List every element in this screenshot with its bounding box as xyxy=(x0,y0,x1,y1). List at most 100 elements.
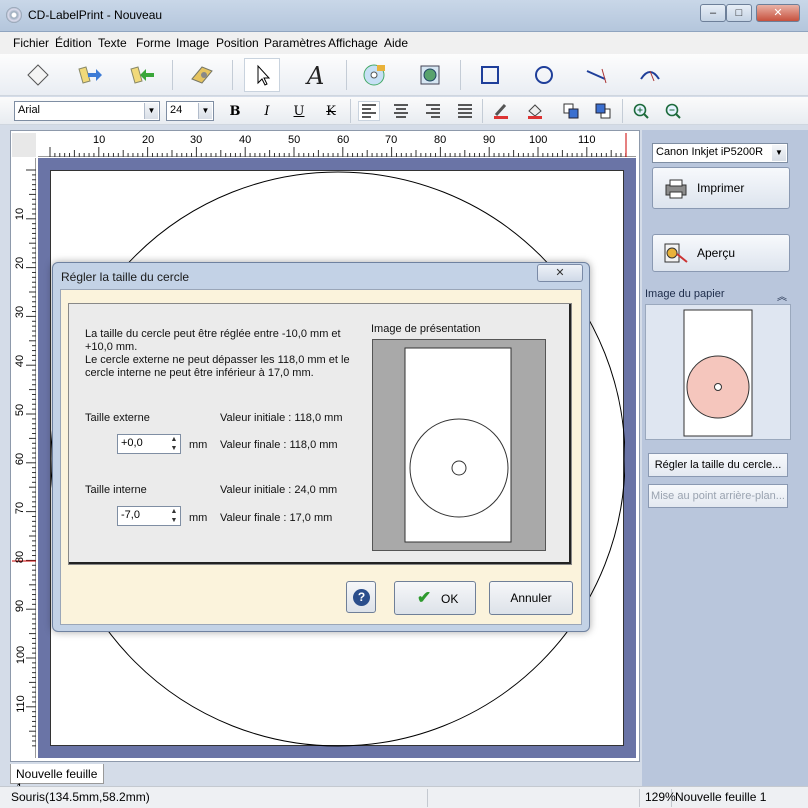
info-text-line4: cercle interne ne peut être inférieur à … xyxy=(85,367,314,379)
spin-arrows-icon[interactable]: ▲ ▼ xyxy=(168,435,180,453)
chevron-down-icon: ▼ xyxy=(198,103,212,119)
menu-edition[interactable]: Édition xyxy=(55,36,92,50)
ruler-label: 100 xyxy=(529,134,548,146)
ruler-label: 30 xyxy=(190,134,203,146)
dialog-content-panel: La taille du cercle peut être réglée ent… xyxy=(68,303,572,565)
ruler-corner xyxy=(12,133,36,157)
strikethrough-button[interactable]: K xyxy=(320,101,342,121)
chevron-down-icon: ▼ xyxy=(772,145,786,161)
menu-affichage[interactable]: Affichage xyxy=(328,36,378,50)
preview-button[interactable]: Aperçu xyxy=(652,234,790,272)
spin-arrows-icon[interactable]: ▲ ▼ xyxy=(168,507,180,525)
ruler-label: 80 xyxy=(14,550,27,564)
check-icon: ✔ xyxy=(417,588,432,607)
align-left-icon[interactable] xyxy=(358,101,380,121)
menu-image[interactable]: Image xyxy=(176,36,209,50)
bold-button[interactable]: B xyxy=(224,101,246,121)
outer-size-label: Taille externe xyxy=(85,412,150,424)
inner-size-value: -7,0 xyxy=(121,509,140,521)
ok-label: OK xyxy=(441,592,459,606)
font-family-select[interactable]: Arial ▼ xyxy=(14,101,160,121)
layout-icon[interactable] xyxy=(184,58,220,92)
menu-position[interactable]: Position xyxy=(216,36,259,50)
dialog-title: Régler la taille du cercle xyxy=(61,270,190,284)
zoom-in-icon[interactable] xyxy=(630,101,652,121)
help-button[interactable]: ? xyxy=(346,581,376,613)
ruler-label: 90 xyxy=(483,134,496,146)
chevron-down-icon: ▼ xyxy=(144,103,158,119)
horizontal-ruler: 10 20 30 40 50 60 70 80 90 100 110 xyxy=(38,133,636,157)
ellipse-tool-icon[interactable] xyxy=(526,58,562,92)
status-empty xyxy=(428,789,640,807)
fill-color-icon[interactable] xyxy=(524,101,546,121)
line-tool-icon[interactable] xyxy=(578,58,614,92)
menu-bar: Fichier Édition Texte Forme Image Positi… xyxy=(0,32,808,54)
select-pointer-icon[interactable] xyxy=(244,58,280,92)
cancel-button[interactable]: Annuler xyxy=(489,581,573,615)
inner-size-input[interactable]: -7,0 ▲ ▼ xyxy=(117,506,181,526)
main-toolbar: A xyxy=(0,54,808,96)
zoom-out-icon[interactable] xyxy=(662,101,684,121)
window-title: CD-LabelPrint - Nouveau xyxy=(28,8,163,22)
ruler-label: 100 xyxy=(15,645,28,665)
preview-label: Aperçu xyxy=(697,246,736,260)
printer-select[interactable]: Canon Inkjet iP5200R ▼ xyxy=(652,143,788,163)
paper-image-preview xyxy=(645,304,791,440)
ruler-label: 60 xyxy=(337,134,350,146)
pen-color-icon[interactable] xyxy=(490,101,512,121)
adjust-circle-button[interactable]: Régler la taille du cercle... xyxy=(648,453,788,477)
sheet-tab[interactable]: Nouvelle feuille 1 xyxy=(10,764,104,795)
close-window-button[interactable]: ✕ xyxy=(756,4,800,22)
ruler-label: 110 xyxy=(14,695,27,713)
justify-icon[interactable] xyxy=(454,101,476,121)
background-image-icon[interactable] xyxy=(412,58,448,92)
info-text-line2: +10,0 mm. xyxy=(85,341,138,353)
inner-unit: mm xyxy=(189,512,208,524)
minimize-button[interactable]: ‒ xyxy=(700,4,726,22)
status-bar: Souris(134.5mm,58.2mm) 129% Nouvelle feu… xyxy=(0,786,808,808)
paper-image-header: Image du papier ︽ xyxy=(645,288,791,304)
font-size-select[interactable]: 24 ▼ xyxy=(166,101,214,121)
ok-button[interactable]: ✔ OK xyxy=(394,581,476,615)
menu-forme[interactable]: Forme xyxy=(136,36,171,50)
font-family-value: Arial xyxy=(18,104,41,116)
image-disc-icon[interactable] xyxy=(356,58,392,92)
title-bar: CD-LabelPrint - Nouveau ‒ □ ✕ xyxy=(0,0,808,32)
underline-button[interactable]: U xyxy=(288,101,310,121)
rectangle-tool-icon[interactable] xyxy=(472,58,508,92)
outer-unit: mm xyxy=(189,439,208,451)
outer-size-input[interactable]: +0,0 ▲ ▼ xyxy=(117,434,181,454)
align-right-icon[interactable] xyxy=(422,101,444,121)
bring-forward-icon[interactable] xyxy=(560,101,582,121)
arc-tool-icon[interactable] xyxy=(632,58,668,92)
dialog-close-button[interactable]: ✕ xyxy=(537,264,583,282)
font-size-value: 24 xyxy=(170,104,183,116)
ruler-label: 60 xyxy=(14,452,27,466)
outer-initial-value: Valeur initiale : 118,0 mm xyxy=(220,412,343,424)
save-icon[interactable] xyxy=(124,58,160,92)
background-setup-button: Mise au point arrière-plan... xyxy=(648,484,788,508)
menu-texte[interactable]: Texte xyxy=(98,36,127,50)
print-button[interactable]: Imprimer xyxy=(652,167,790,209)
text-tool-icon[interactable]: A xyxy=(298,58,334,92)
preview-title: Image de présentation xyxy=(371,323,481,335)
maximize-button[interactable]: □ xyxy=(726,4,752,22)
inner-size-label: Taille interne xyxy=(85,484,147,496)
ruler-label: 70 xyxy=(14,501,27,515)
align-center-icon[interactable] xyxy=(390,101,412,121)
menu-aide[interactable]: Aide xyxy=(384,36,408,50)
menu-parametres[interactable]: Paramètres xyxy=(264,36,326,50)
print-label: Imprimer xyxy=(697,181,745,195)
ruler-label: 20 xyxy=(14,256,27,270)
paper-thumbnail xyxy=(683,309,753,437)
new-label-icon[interactable] xyxy=(20,58,56,92)
collapse-icon[interactable]: ︽ xyxy=(777,288,787,303)
printer-value: Canon Inkjet iP5200R xyxy=(656,146,764,158)
current-sheet: Nouvelle feuille 1 xyxy=(675,790,767,804)
inner-final-value: Valeur finale : 17,0 mm xyxy=(220,512,333,524)
open-icon[interactable] xyxy=(72,58,108,92)
send-backward-icon[interactable] xyxy=(592,101,614,121)
italic-button[interactable]: I xyxy=(256,101,278,121)
menu-fichier[interactable]: Fichier xyxy=(13,36,49,50)
outer-final-value: Valeur finale : 118,0 mm xyxy=(220,439,338,451)
